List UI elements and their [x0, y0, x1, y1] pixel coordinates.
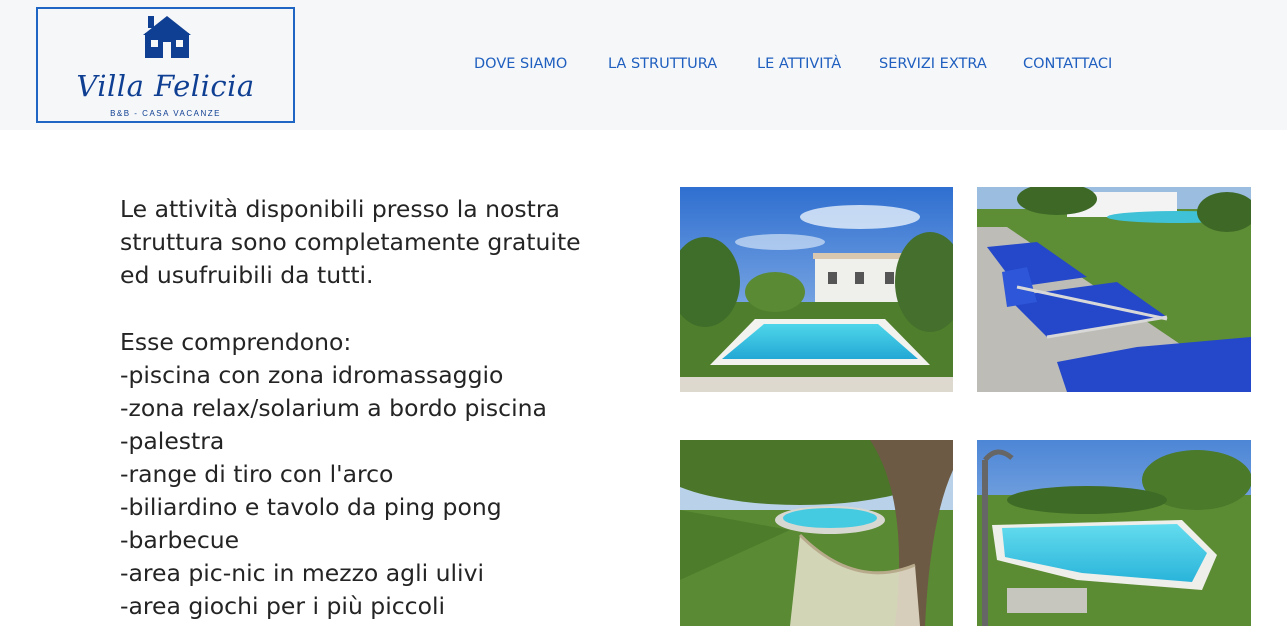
nav-dove-siamo[interactable]: DOVE SIAMO — [474, 56, 567, 72]
nav-servizi-extra[interactable]: SERVIZI EXTRA — [879, 56, 987, 72]
activities-description: Le attività disponibili presso la nostra… — [120, 193, 640, 623]
site-logo[interactable]: Villa Felicia B&B - CASA VACANZE — [36, 7, 295, 123]
site-header: Villa Felicia B&B - CASA VACANZE DOVE SI… — [0, 0, 1287, 130]
activity-item: -area giochi per i più piccoli — [120, 592, 446, 620]
brand-name: Villa Felicia — [76, 69, 255, 103]
intro-line: ed usufruibili da tutti. — [120, 261, 374, 289]
nav-contattaci[interactable]: CONTATTACI — [1023, 56, 1112, 72]
intro-line: Le attività disponibili presso la nostra — [120, 195, 560, 223]
house-icon — [143, 16, 191, 58]
activity-item: -zona relax/solarium a bordo piscina — [120, 394, 547, 422]
brand-tagline: B&B - CASA VACANZE — [110, 109, 221, 118]
photo-sun-loungers[interactable] — [977, 187, 1251, 392]
photo-pool-with-shower[interactable] — [977, 440, 1251, 626]
activity-item: -palestra — [120, 427, 225, 455]
activity-item: -biliardino e tavolo da ping pong — [120, 493, 502, 521]
activities-heading: Esse comprendono: — [120, 328, 352, 356]
nav-le-attivita[interactable]: LE ATTIVITÀ — [757, 56, 841, 72]
activity-item: -range di tiro con l'arco — [120, 460, 394, 488]
activity-item: -barbecue — [120, 526, 240, 554]
nav-la-struttura[interactable]: LA STRUTTURA — [608, 56, 717, 72]
photo-hammock[interactable] — [680, 440, 953, 626]
intro-paragraph: Le attività disponibili presso la nostra… — [120, 193, 640, 292]
photo-pool-with-villa[interactable] — [680, 187, 953, 392]
activity-item: -area pic-nic in mezzo agli ulivi — [120, 559, 485, 587]
activity-item: -piscina con zona idromassaggio — [120, 361, 504, 389]
intro-line: struttura sono completamente gratuite — [120, 228, 581, 256]
